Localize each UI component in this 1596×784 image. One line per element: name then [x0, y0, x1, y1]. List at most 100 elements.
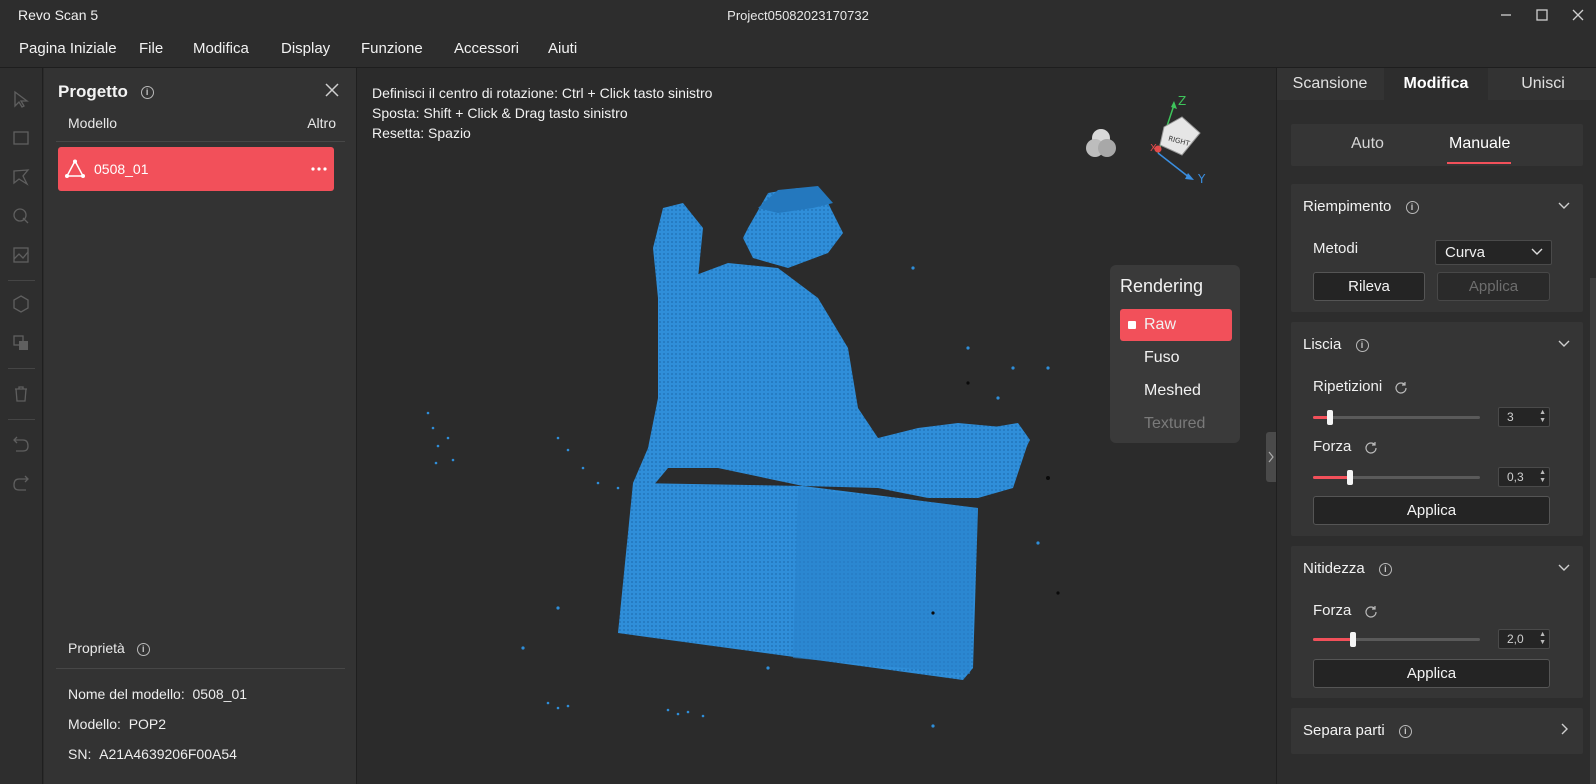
menu-accessories[interactable]: Accessori — [454, 40, 519, 57]
property-label: Nome del modello: — [68, 686, 185, 702]
method-select[interactable]: Curva — [1435, 240, 1552, 265]
tool-separator — [8, 419, 35, 420]
property-model-name: Nome del modello: 0508_01 — [68, 686, 247, 702]
rectangle-icon — [13, 131, 29, 145]
model-list-item[interactable]: 0508_01 — [58, 147, 334, 191]
repetitions-value: 3 — [1507, 410, 1514, 424]
close-icon[interactable] — [324, 82, 340, 98]
cube-icon — [13, 295, 29, 313]
tab-merge[interactable]: Unisci — [1489, 68, 1596, 100]
close-window-button[interactable] — [1560, 0, 1596, 30]
stepper-arrows-icon[interactable]: ▲ ▼ — [1539, 409, 1546, 425]
separate-parts-section[interactable]: Separa parti i — [1291, 708, 1583, 754]
separate-parts-title: Separa parti — [1303, 722, 1385, 739]
tab-scan[interactable]: Scansione — [1277, 68, 1383, 100]
chevron-down-icon[interactable] — [1557, 560, 1571, 574]
chevron-right-icon[interactable] — [1557, 722, 1571, 736]
trash-icon — [15, 386, 27, 402]
y-axis-arrow — [1185, 173, 1194, 180]
rendering-option-raw[interactable]: Raw — [1120, 309, 1232, 341]
mode-switch: Auto Manuale — [1291, 124, 1583, 166]
stepper-arrows-icon[interactable]: ▲ ▼ — [1539, 469, 1546, 485]
column-more: Altro — [307, 115, 336, 131]
more-icon[interactable] — [310, 166, 328, 172]
smooth-section-header[interactable]: Liscia i — [1303, 336, 1369, 353]
separate-parts-header[interactable]: Separa parti i — [1303, 722, 1412, 739]
slider-handle[interactable] — [1326, 410, 1333, 425]
undo-tool[interactable] — [10, 434, 32, 456]
minimize-icon — [1501, 14, 1511, 16]
menu-help[interactable]: Aiuti — [548, 40, 577, 57]
sharpen-section: Nitidezza i Forza 2,0 ▲ ▼ Applica — [1291, 546, 1583, 698]
info-icon[interactable]: i — [1405, 200, 1419, 214]
rendering-panel: Rendering Raw Fuso Meshed Textured — [1110, 265, 1240, 443]
color-mode-icon[interactable] — [1083, 126, 1119, 162]
reset-icon[interactable] — [1364, 604, 1378, 618]
maximize-button[interactable] — [1524, 0, 1560, 30]
detect-button[interactable]: Rileva — [1313, 272, 1425, 301]
model-icon — [65, 159, 85, 178]
strength-slider[interactable] — [1313, 470, 1480, 485]
info-icon[interactable]: i — [140, 86, 154, 100]
minimize-button[interactable] — [1488, 0, 1524, 30]
menu-display[interactable]: Display — [281, 40, 330, 57]
info-icon[interactable]: i — [1398, 724, 1412, 738]
info-icon[interactable]: i — [1378, 562, 1392, 576]
sharpen-section-header[interactable]: Nitidezza i — [1303, 560, 1392, 577]
close-icon — [1572, 9, 1584, 21]
reset-icon[interactable] — [1394, 380, 1408, 394]
slider-handle[interactable] — [1346, 470, 1353, 485]
menu-edit[interactable]: Modifica — [193, 40, 249, 57]
properties-title: Proprietà — [68, 640, 125, 656]
smooth-section: Liscia i Ripetizioni 3 ▲ ▼ Forza 0,3 ▲ ▼ A… — [1291, 322, 1583, 536]
divider — [56, 141, 345, 142]
strength-input[interactable]: 0,3 ▲ ▼ — [1498, 467, 1550, 487]
view-cube[interactable] — [1159, 116, 1201, 156]
viewport-3d[interactable]: Definisci il centro di rotazione: Ctrl +… — [358, 68, 1276, 784]
select-tool[interactable] — [10, 88, 32, 110]
undo-icon — [13, 436, 29, 452]
mode-auto[interactable]: Auto — [1351, 135, 1384, 153]
layers-tool[interactable] — [10, 332, 32, 354]
project-heading: Progetto i — [58, 82, 154, 102]
slider-fill — [1313, 476, 1350, 479]
rendering-option-meshed[interactable]: Meshed — [1120, 375, 1232, 407]
rendering-option-fused[interactable]: Fuso — [1120, 342, 1232, 374]
z-axis-label: Z — [1178, 94, 1186, 108]
repetitions-slider[interactable] — [1313, 410, 1480, 425]
brush-select-tool[interactable] — [10, 205, 32, 227]
menu-home[interactable]: Pagina Iniziale — [19, 40, 117, 57]
sharpen-strength-label-row: Forza — [1313, 602, 1378, 619]
info-icon[interactable]: i — [1355, 338, 1369, 352]
redo-tool[interactable] — [10, 473, 32, 495]
delete-tool[interactable] — [10, 383, 32, 405]
rectangle-select-tool[interactable] — [10, 127, 32, 149]
menu-function[interactable]: Funzione — [361, 40, 423, 57]
smooth-apply-button[interactable]: Applica — [1313, 496, 1550, 525]
slider-handle[interactable] — [1350, 632, 1357, 647]
collapse-panel-handle[interactable] — [1266, 432, 1276, 482]
info-icon[interactable]: i — [136, 642, 150, 656]
sharpen-strength-input[interactable]: 2,0 ▲ ▼ — [1498, 629, 1550, 649]
sharpen-strength-slider[interactable] — [1313, 632, 1480, 647]
stepper-arrows-icon[interactable]: ▲ ▼ — [1539, 631, 1546, 647]
tab-edit[interactable]: Modifica — [1384, 68, 1488, 100]
chevron-down-icon[interactable] — [1557, 336, 1571, 350]
z-axis-arrow — [1171, 101, 1177, 109]
maximize-icon — [1536, 9, 1548, 21]
window-controls — [1488, 0, 1596, 30]
image-edit-tool[interactable] — [10, 244, 32, 266]
sharpen-apply-button[interactable]: Applica — [1313, 659, 1550, 688]
menu-file[interactable]: File — [139, 40, 163, 57]
scrollbar[interactable] — [1590, 278, 1596, 784]
cube-tool[interactable] — [10, 293, 32, 315]
repetitions-input[interactable]: 3 ▲ ▼ — [1498, 407, 1550, 427]
orientation-gizmo[interactable]: Z Y X RIGHT — [1138, 93, 1210, 188]
mode-manual[interactable]: Manuale — [1449, 135, 1510, 153]
lasso-tool[interactable] — [10, 166, 32, 188]
reset-icon[interactable] — [1364, 440, 1378, 454]
active-mode-indicator — [1447, 162, 1511, 164]
rendering-option-label: Textured — [1144, 415, 1206, 432]
chevron-down-icon[interactable] — [1557, 198, 1571, 212]
fill-section-header[interactable]: Riempimento i — [1303, 198, 1419, 215]
